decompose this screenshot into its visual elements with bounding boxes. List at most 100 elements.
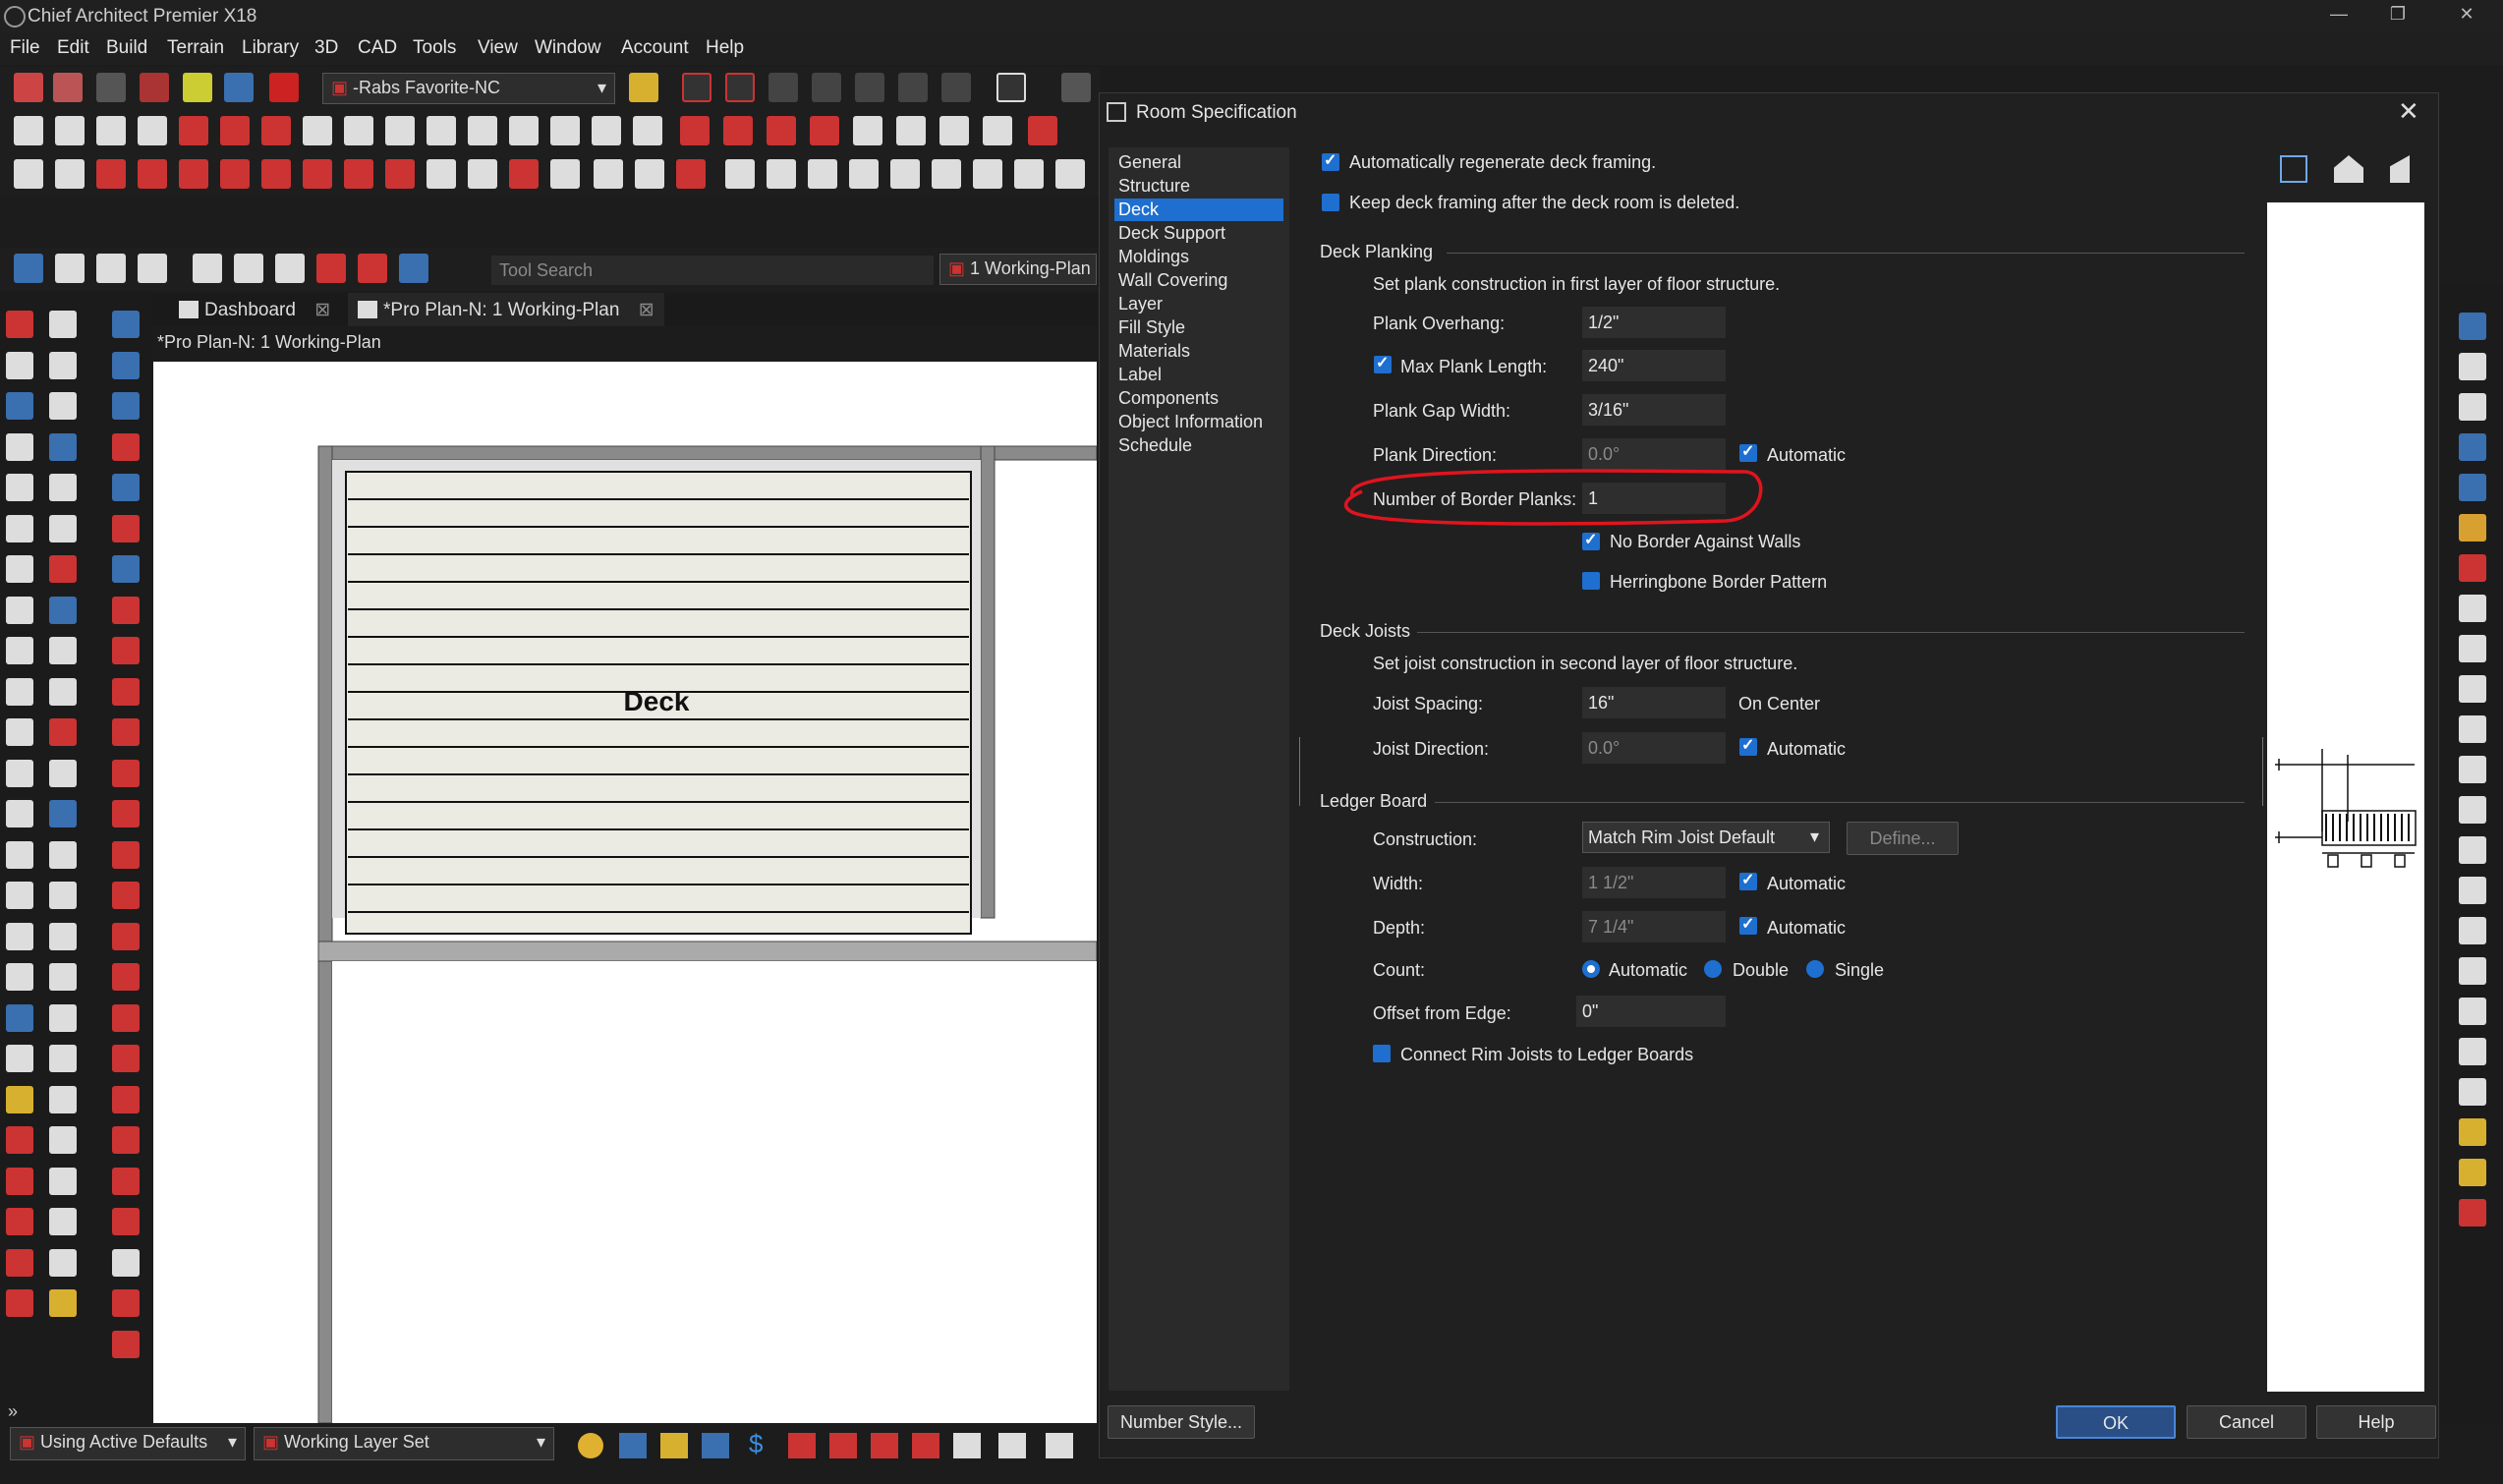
plank-gap-field[interactable]: 3/16" <box>1582 394 1726 426</box>
walkthrough-icon[interactable] <box>983 116 1012 145</box>
left-tool-1-15-icon[interactable] <box>49 922 77 950</box>
left-tool-2-20-icon[interactable] <box>112 1126 140 1154</box>
right-tool-6-icon[interactable] <box>2459 554 2486 582</box>
left-tool-2-11-icon[interactable] <box>112 759 140 787</box>
appliance-icon[interactable] <box>220 159 250 189</box>
keep-framing-checkbox[interactable] <box>1322 194 1339 211</box>
status-tool-3-icon[interactable] <box>871 1433 898 1458</box>
right-tool-3-icon[interactable] <box>2459 433 2486 461</box>
width-field[interactable]: 1 1/2" <box>1582 867 1726 898</box>
select-delete-icon[interactable] <box>725 73 755 102</box>
wall-pattern-icon[interactable] <box>890 159 920 189</box>
eye-icon[interactable] <box>138 254 167 283</box>
construction-select[interactable]: Match Rim Joist Default ▾ <box>1582 822 1830 853</box>
left-tool-1-13-icon[interactable] <box>49 840 77 869</box>
joist-spacing-field[interactable]: 16" <box>1582 687 1726 718</box>
menu-tools[interactable]: Tools <box>413 37 456 59</box>
hood-icon[interactable] <box>385 159 415 189</box>
delete-icon[interactable] <box>682 73 711 102</box>
fill-window-icon[interactable] <box>2280 155 2307 183</box>
right-tool-1-icon[interactable] <box>2459 353 2486 380</box>
wall-type-icon[interactable] <box>725 159 755 189</box>
tool-search-input[interactable]: Tool Search <box>491 256 934 285</box>
globe-icon[interactable] <box>96 254 126 283</box>
right-tool-11-icon[interactable] <box>2459 756 2486 783</box>
circle-icon[interactable] <box>468 159 497 189</box>
framing-tool-icon[interactable] <box>427 116 456 145</box>
elevation-icon[interactable] <box>810 116 839 145</box>
new-layout-icon[interactable] <box>53 73 83 102</box>
cabinet-tool-icon[interactable] <box>179 116 208 145</box>
no-border-walls-checkbox[interactable] <box>1582 530 1600 550</box>
width-auto-checkbox[interactable] <box>1739 870 1757 890</box>
status-tool-1-icon[interactable] <box>788 1433 816 1458</box>
box-select-icon[interactable] <box>316 254 346 283</box>
left-tool-1-12-icon[interactable] <box>49 800 77 828</box>
status-tool-6-icon[interactable] <box>998 1433 1026 1458</box>
status-tool-4-icon[interactable] <box>912 1433 939 1458</box>
wall-hatch-icon[interactable] <box>767 159 796 189</box>
drawing-canvas[interactable]: Deck <box>153 362 1098 1430</box>
plank-direction-auto-checkbox[interactable] <box>1739 441 1757 462</box>
right-tool-9-icon[interactable] <box>2459 675 2486 703</box>
right-tool-19-icon[interactable] <box>2459 1078 2486 1106</box>
person-icon[interactable] <box>55 254 85 283</box>
minimize-button[interactable]: — <box>2319 4 2359 25</box>
left-tool-2-8-icon[interactable] <box>112 637 140 664</box>
left-tool-0-3-icon[interactable] <box>6 432 33 461</box>
wall-stone-icon[interactable] <box>973 159 1002 189</box>
left-tool-1-9-icon[interactable] <box>49 677 77 706</box>
left-tool-1-0-icon[interactable] <box>49 311 77 338</box>
menu-account[interactable]: Account <box>621 37 689 59</box>
new-plan-icon[interactable] <box>14 73 43 102</box>
drawer-icon[interactable] <box>179 159 208 189</box>
left-tool-0-6-icon[interactable] <box>6 555 33 583</box>
left-tool-1-22-icon[interactable] <box>49 1208 77 1235</box>
joist-direction-auto-checkbox[interactable] <box>1739 735 1757 756</box>
window-pane-icon[interactable] <box>635 159 664 189</box>
sun-icon[interactable] <box>578 1433 603 1458</box>
layer-set-select[interactable]: ▣ Working Layer Set ▾ <box>254 1427 554 1460</box>
roof-tool-icon[interactable] <box>385 116 415 145</box>
window-list-icon[interactable] <box>14 254 43 283</box>
right-tool-13-icon[interactable] <box>2459 836 2486 864</box>
right-tool-18-icon[interactable] <box>2459 1038 2486 1065</box>
pantry-icon[interactable] <box>344 159 373 189</box>
expand-toolbar-icon[interactable]: » <box>8 1401 18 1422</box>
favorite-star-icon[interactable] <box>269 73 299 102</box>
right-tool-17-icon[interactable] <box>2459 998 2486 1025</box>
left-tool-0-10-icon[interactable] <box>6 718 33 746</box>
left-tool-1-14-icon[interactable] <box>49 882 77 909</box>
copy-tool-icon[interactable] <box>358 254 387 283</box>
text-icon[interactable] <box>812 73 841 102</box>
transform-icon[interactable] <box>399 254 428 283</box>
left-tool-1-8-icon[interactable] <box>49 637 77 664</box>
connect-rim-checkbox[interactable] <box>1373 1045 1391 1062</box>
watercolor-icon[interactable] <box>939 116 969 145</box>
tab-working-plan[interactable]: *Pro Plan-N: 1 Working-Plan ⊠ <box>348 293 664 326</box>
left-tool-0-24-icon[interactable] <box>6 1289 33 1317</box>
shelf-icon[interactable] <box>138 159 167 189</box>
nav-components[interactable]: Components <box>1114 387 1283 410</box>
max-plank-length-field[interactable]: 240" <box>1582 350 1726 381</box>
terrain-tool-icon[interactable] <box>468 116 497 145</box>
left-tool-0-19-icon[interactable] <box>6 1085 33 1113</box>
left-tool-0-13-icon[interactable] <box>6 840 33 869</box>
left-tool-0-17-icon[interactable] <box>6 1003 33 1032</box>
nav-general[interactable]: General <box>1114 151 1283 174</box>
wall-lines-icon[interactable] <box>849 159 879 189</box>
left-tool-0-14-icon[interactable] <box>6 882 33 909</box>
depth-field[interactable]: 7 1/4" <box>1582 911 1726 942</box>
house-view-icon[interactable] <box>680 116 710 145</box>
depth-auto-checkbox[interactable] <box>1739 914 1757 935</box>
right-tool-2-icon[interactable] <box>2459 393 2486 421</box>
nav-schedule[interactable]: Schedule <box>1114 434 1283 457</box>
left-tool-2-7-icon[interactable] <box>112 596 140 624</box>
railing-tool-icon[interactable] <box>55 116 85 145</box>
left-tool-2-21-icon[interactable] <box>112 1167 140 1195</box>
left-tool-2-25-icon[interactable] <box>112 1330 140 1358</box>
arc-icon[interactable] <box>702 1433 729 1458</box>
preview-panel[interactable] <box>2267 202 2424 1392</box>
stamp-icon[interactable] <box>550 159 580 189</box>
right-tool-0-icon[interactable] <box>2459 313 2486 340</box>
